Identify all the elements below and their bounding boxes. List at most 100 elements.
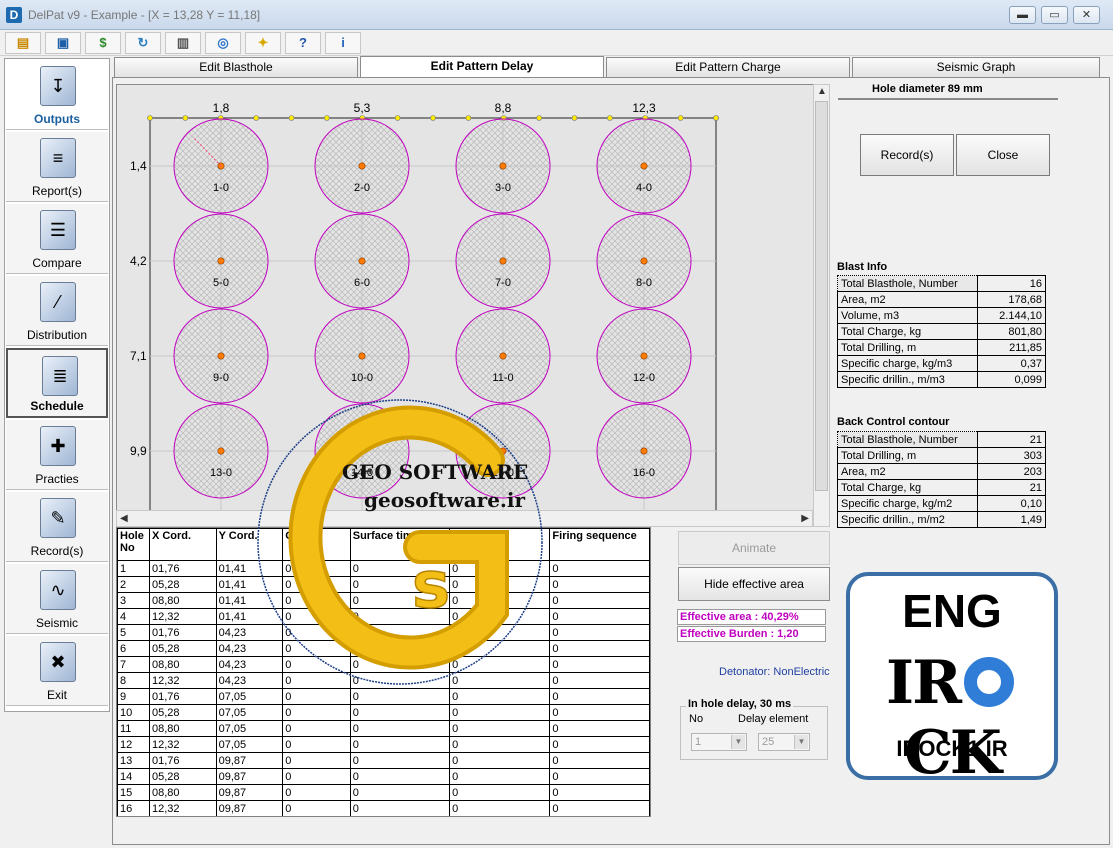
table-cell[interactable]: 0 [549, 800, 650, 816]
table-cell[interactable]: 12,32 [148, 800, 217, 816]
table-cell[interactable]: 08,80 [148, 784, 217, 801]
table-cell[interactable]: 0 [549, 736, 650, 753]
table-cell[interactable]: 0 [282, 784, 351, 801]
table-cell[interactable]: 0 [349, 688, 451, 705]
table-cell[interactable]: 01,76 [148, 752, 217, 769]
table-cell[interactable]: 16 [117, 800, 150, 816]
table-cell[interactable]: 0 [349, 576, 451, 593]
table-cell[interactable]: 04,23 [215, 656, 284, 673]
table-cell[interactable]: 0 [349, 704, 451, 721]
table-cell[interactable]: 07,05 [215, 720, 284, 737]
tab-seismic-graph[interactable]: Seismic Graph [852, 57, 1100, 77]
chevron-down-icon[interactable]: ▼ [794, 735, 808, 749]
table-cell[interactable]: 0 [349, 784, 451, 801]
table-cell[interactable]: 10 [117, 704, 150, 721]
table-cell[interactable]: 0 [449, 624, 551, 641]
table-cell[interactable]: 04,23 [215, 672, 284, 689]
table-cell[interactable]: 0 [282, 704, 351, 721]
table-cell[interactable]: 01,76 [148, 688, 217, 705]
delay-element-select[interactable]: 25 ▼ [758, 733, 810, 751]
table-cell[interactable]: 07,05 [215, 688, 284, 705]
sidebar-item-outputs[interactable]: ↧ Outputs [6, 60, 108, 130]
table-cell[interactable]: 01,76 [148, 624, 217, 641]
globe-button[interactable]: ◎ [205, 32, 241, 54]
table-cell[interactable]: 09,87 [215, 800, 284, 816]
pattern-canvas[interactable]: 1,8 5,3 8,8 12,3 1,4 4,2 7,1 9,9 1-0 2-0 3-0 4-0 5-0… [116, 84, 814, 511]
table-cell[interactable]: 08,80 [148, 592, 217, 609]
table-cell[interactable]: 15 [117, 784, 150, 801]
table-cell[interactable]: 14 [117, 768, 150, 785]
table-cell[interactable]: 0 [549, 672, 650, 689]
sidebar-item-distribution[interactable]: ⁄ Distribution [6, 276, 108, 346]
table-cell[interactable]: 0 [349, 560, 451, 577]
sidebar-item-records[interactable]: ✎ Record(s) [6, 492, 108, 562]
table-cell[interactable]: 8 [117, 672, 150, 689]
table-cell[interactable]: 0 [549, 592, 650, 609]
plot-vertical-scrollbar[interactable]: ▲ [813, 84, 830, 527]
table-row[interactable]: 7 08,80 04,23 0 0 0 0 [117, 656, 650, 673]
save-button[interactable]: ▣ [45, 32, 81, 54]
table-cell[interactable]: 12 [117, 736, 150, 753]
table-cell[interactable]: 2 [117, 576, 150, 593]
table-cell[interactable]: 0 [349, 672, 451, 689]
table-cell[interactable]: 0 [282, 736, 351, 753]
table-cell[interactable]: 0 [449, 688, 551, 705]
table-cell[interactable]: 0 [549, 560, 650, 577]
table-row[interactable]: 1 01,76 01,41 0 0 0 0 [117, 560, 650, 577]
chevron-down-icon[interactable]: ▼ [731, 735, 745, 749]
table-row[interactable]: 15 08,80 09,87 0 0 0 0 [117, 784, 650, 801]
lightbulb-button[interactable]: ✦ [245, 32, 281, 54]
table-cell[interactable]: 07,05 [215, 736, 284, 753]
table-cell[interactable]: 09,87 [215, 768, 284, 785]
table-cell[interactable]: 0 [349, 608, 451, 625]
table-cell[interactable]: 05,28 [148, 640, 217, 657]
table-cell[interactable]: 0 [449, 736, 551, 753]
table-cell[interactable]: 0 [282, 800, 351, 816]
table-cell[interactable]: 0 [349, 768, 451, 785]
table-cell[interactable]: 13 [117, 752, 150, 769]
table-cell[interactable]: 09,87 [215, 784, 284, 801]
table-cell[interactable]: 0 [449, 800, 551, 816]
table-cell[interactable]: 01,41 [215, 560, 284, 577]
table-row[interactable]: 14 05,28 09,87 0 0 0 0 [117, 768, 650, 785]
table-cell[interactable]: 0 [282, 560, 351, 577]
refresh-button[interactable]: ↻ [125, 32, 161, 54]
table-cell[interactable]: 0 [549, 768, 650, 785]
column-header[interactable]: Firing sequence [549, 528, 650, 561]
records-button[interactable]: Record(s) [860, 134, 954, 176]
table-row[interactable]: 16 12,32 09,87 0 0 0 0 [117, 800, 650, 816]
table-cell[interactable]: 0 [549, 688, 650, 705]
table-cell[interactable]: 0 [449, 720, 551, 737]
sidebar-item-exit[interactable]: ✖ Exit [6, 636, 108, 706]
table-cell[interactable]: 09,87 [215, 752, 284, 769]
table-cell[interactable]: 04,23 [215, 624, 284, 641]
table-cell[interactable]: 07,05 [215, 704, 284, 721]
table-cell[interactable]: 0 [549, 656, 650, 673]
table-cell[interactable]: 0 [349, 640, 451, 657]
table-cell[interactable]: 0 [282, 656, 351, 673]
table-cell[interactable]: 08,80 [148, 656, 217, 673]
close-window-button[interactable]: ✕ [1073, 6, 1100, 24]
table-cell[interactable]: 5 [117, 624, 150, 641]
table-cell[interactable]: 7 [117, 656, 150, 673]
delay-no-select[interactable]: 1 ▼ [691, 733, 747, 751]
table-cell[interactable]: 6 [117, 640, 150, 657]
animate-button[interactable]: Animate [678, 531, 830, 565]
hole-table[interactable]: Hole No X Cord. Y Cord. G... No Surface time… [116, 527, 651, 817]
document-button[interactable]: ▥ [165, 32, 201, 54]
table-cell[interactable]: 0 [449, 592, 551, 609]
table-cell[interactable]: 0 [449, 656, 551, 673]
table-cell[interactable]: 0 [549, 752, 650, 769]
table-cell[interactable]: 08,80 [148, 720, 217, 737]
table-cell[interactable]: 05,28 [148, 576, 217, 593]
table-cell[interactable]: 11 [117, 720, 150, 737]
table-cell[interactable]: 0 [449, 768, 551, 785]
sidebar-item-practies[interactable]: ✚ Practies [6, 420, 108, 490]
table-row[interactable]: 9 01,76 07,05 0 0 0 0 [117, 688, 650, 705]
table-cell[interactable]: 0 [549, 624, 650, 641]
table-cell[interactable]: 0 [549, 608, 650, 625]
dollar-button[interactable]: $ [85, 32, 121, 54]
table-cell[interactable]: 0 [282, 640, 351, 657]
table-row[interactable]: 11 08,80 07,05 0 0 0 0 [117, 720, 650, 737]
table-cell[interactable]: 0 [349, 656, 451, 673]
